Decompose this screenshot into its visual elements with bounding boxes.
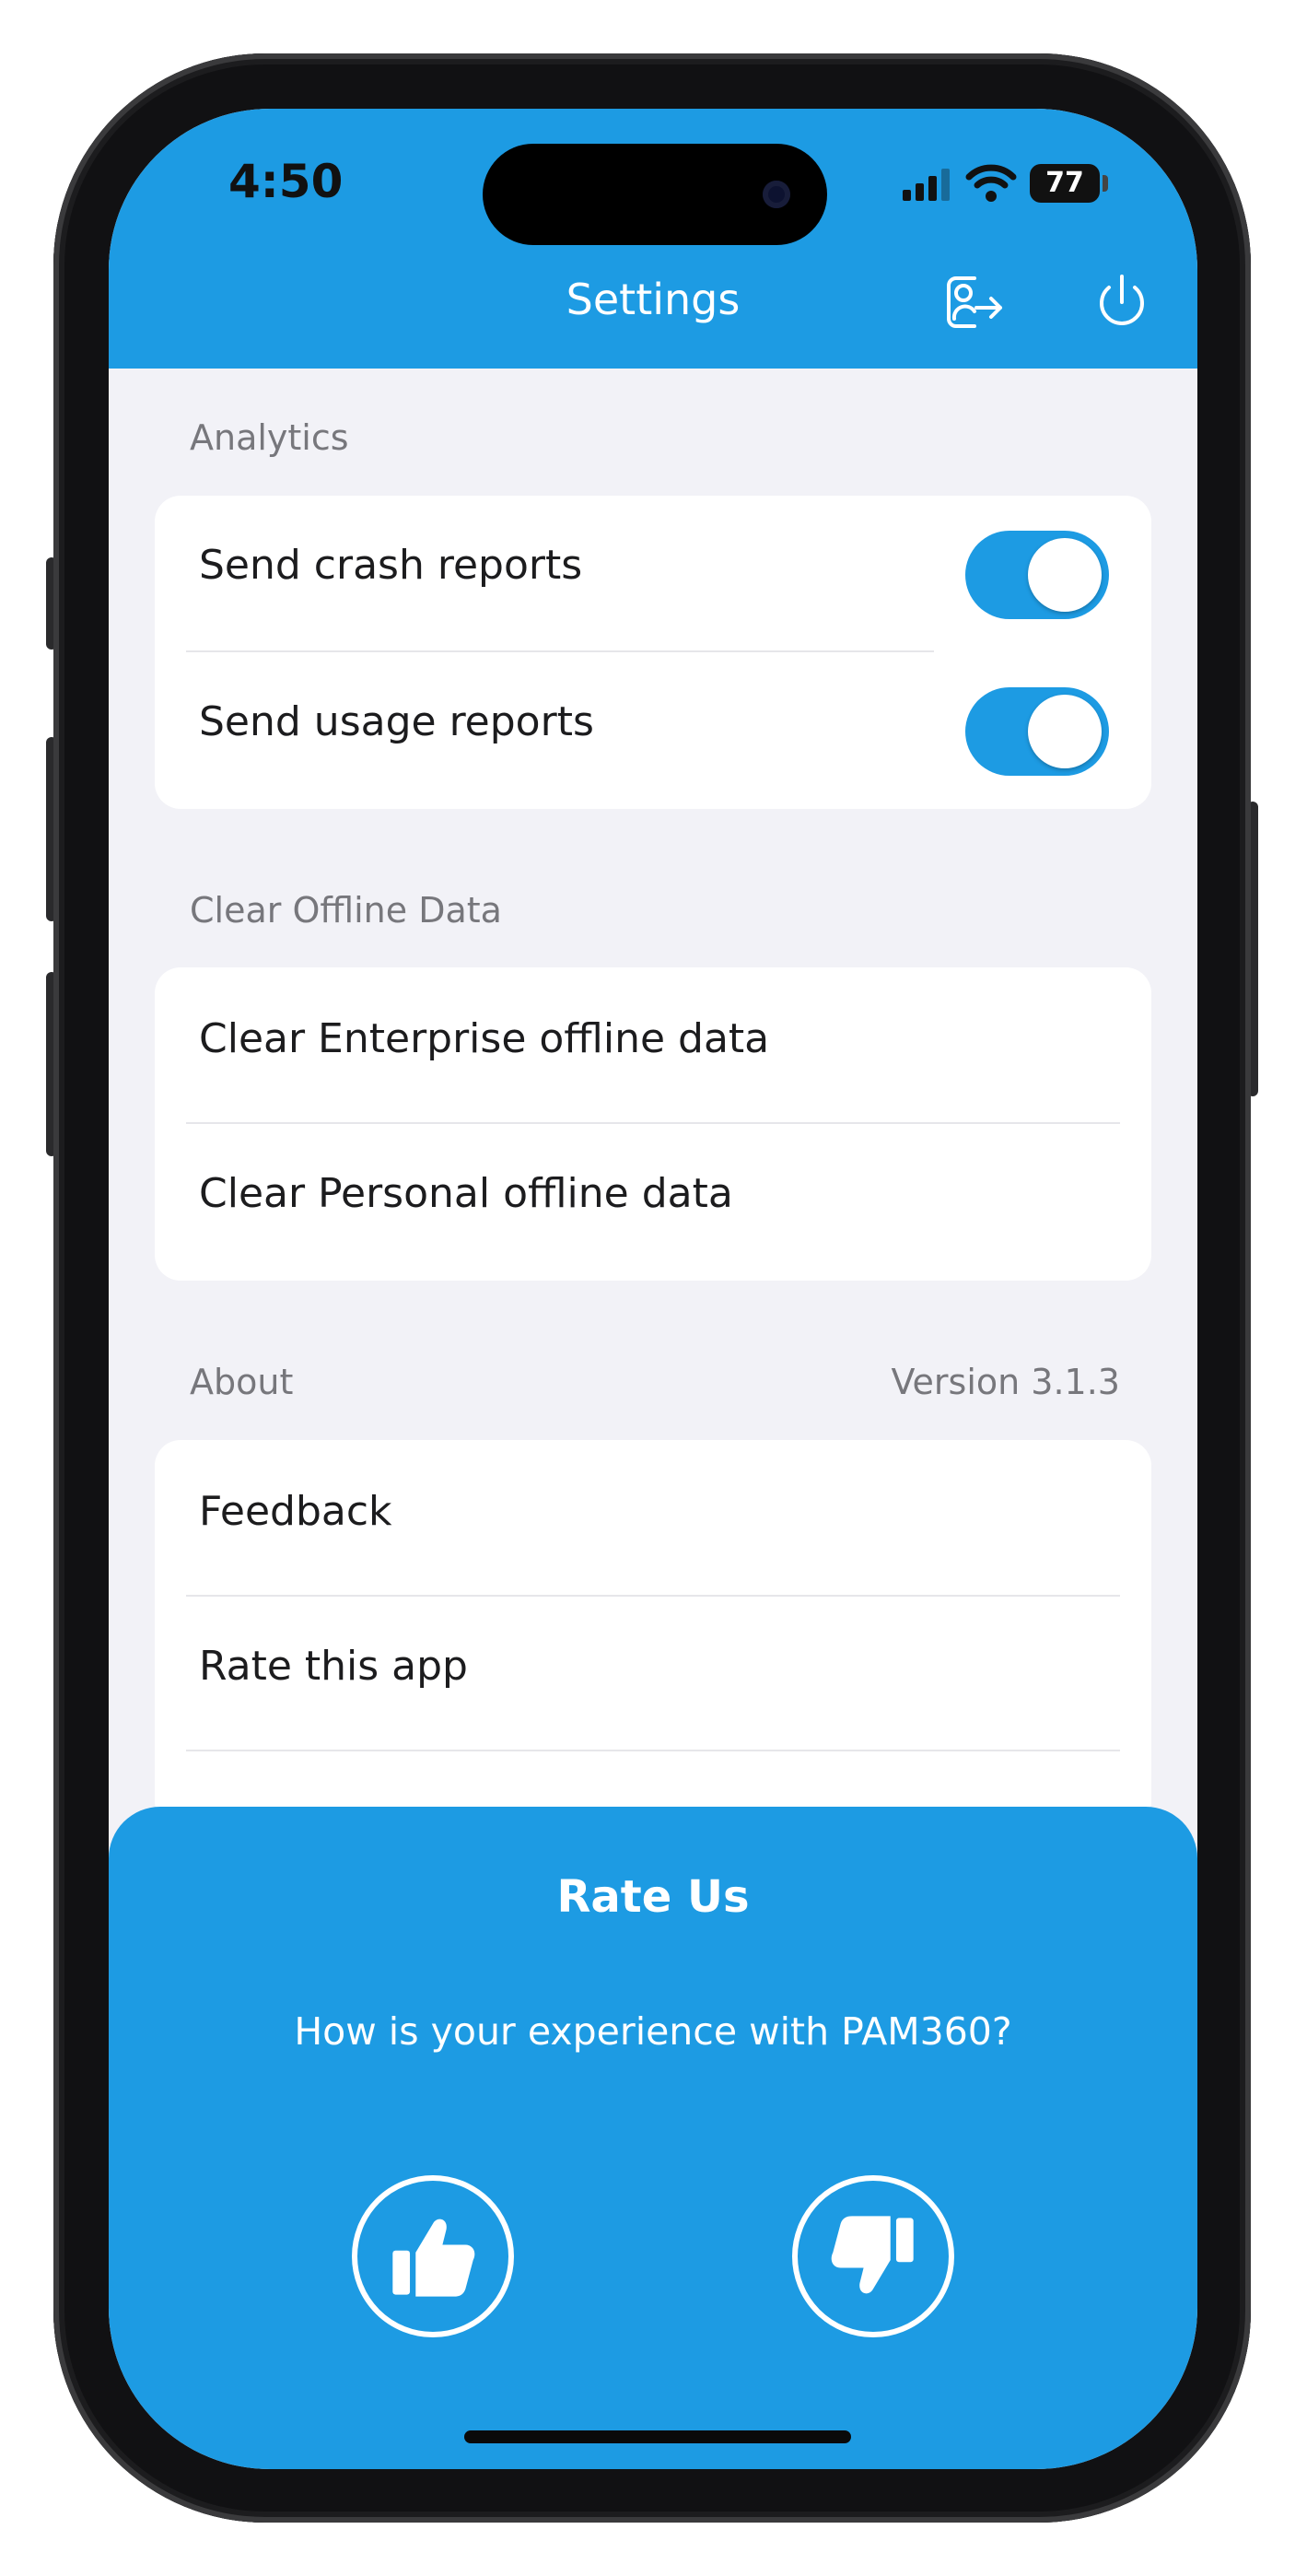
battery-level: 77 bbox=[1045, 167, 1084, 199]
about-card: Feedback Rate this app bbox=[155, 1440, 1151, 1827]
switch-account-button[interactable] bbox=[936, 265, 1009, 339]
battery-tip bbox=[1103, 175, 1108, 192]
divider bbox=[186, 1122, 1120, 1124]
usage-reports-label: Send usage reports bbox=[199, 698, 594, 745]
thumbs-up-icon bbox=[392, 2219, 475, 2297]
power-icon bbox=[1100, 275, 1144, 325]
logout-button[interactable] bbox=[1087, 267, 1157, 337]
feedback-item[interactable]: Feedback bbox=[199, 1488, 392, 1535]
crash-reports-label: Send crash reports bbox=[199, 542, 583, 589]
home-indicator[interactable] bbox=[464, 2430, 851, 2443]
page-title: Settings bbox=[566, 275, 741, 324]
toggle-knob bbox=[1028, 538, 1102, 612]
analytics-card: Send crash reports Send usage reports bbox=[155, 496, 1151, 809]
offline-card: Clear Enterprise offline data Clear Pers… bbox=[155, 967, 1151, 1281]
status-time: 4:50 bbox=[228, 155, 344, 208]
switch-account-icon bbox=[947, 276, 1002, 328]
divider bbox=[186, 1750, 1120, 1751]
clear-enterprise-data-item[interactable]: Clear Enterprise offline data bbox=[199, 1015, 769, 1062]
wifi-icon bbox=[965, 164, 1017, 202]
usage-reports-toggle[interactable] bbox=[965, 687, 1109, 776]
divider bbox=[186, 650, 934, 652]
rate-us-title: Rate Us bbox=[556, 1871, 750, 1923]
phone-screen: 4:50 77 Settings Analytics Send crash re… bbox=[109, 109, 1197, 2469]
thumbs-up-button[interactable] bbox=[352, 2175, 514, 2337]
version-label: Version 3.1.3 bbox=[891, 1362, 1120, 1402]
rate-app-item[interactable]: Rate this app bbox=[199, 1643, 468, 1690]
offline-section-label: Clear Offline Data bbox=[190, 890, 502, 931]
thumbs-down-icon bbox=[831, 2216, 914, 2294]
analytics-section-label: Analytics bbox=[190, 417, 349, 458]
toggle-knob bbox=[1028, 695, 1102, 768]
rate-us-question: How is your experience with PAM360? bbox=[294, 2009, 1012, 2054]
clear-personal-data-item[interactable]: Clear Personal offline data bbox=[199, 1170, 733, 1217]
battery-icon: 77 bbox=[1030, 164, 1100, 203]
divider bbox=[186, 1595, 1120, 1597]
signal-icon bbox=[903, 169, 950, 201]
crash-reports-toggle[interactable] bbox=[965, 531, 1109, 619]
about-section-label: About bbox=[190, 1362, 294, 1402]
thumbs-down-button[interactable] bbox=[792, 2175, 954, 2337]
rate-us-sheet: Rate Us How is your experience with PAM3… bbox=[109, 1807, 1197, 2469]
front-camera bbox=[763, 181, 790, 208]
app-header: 4:50 77 Settings bbox=[109, 109, 1197, 369]
